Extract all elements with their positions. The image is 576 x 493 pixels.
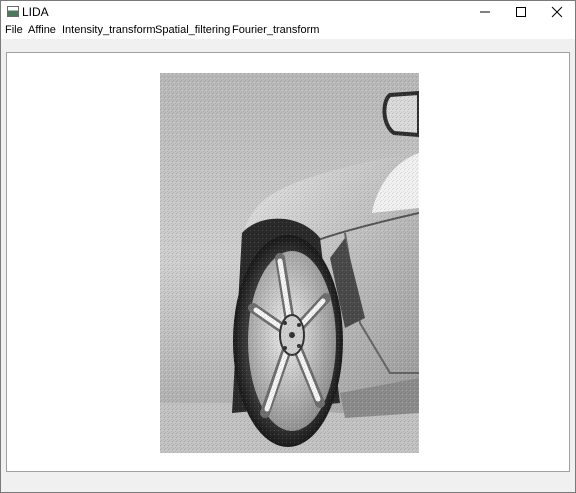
menu-spatial-filtering[interactable]: Spatial_filtering xyxy=(155,24,230,36)
app-window: LIDA File Affine Intensity_transform Spa… xyxy=(0,0,576,493)
minimize-button[interactable] xyxy=(467,1,503,23)
minimize-icon xyxy=(480,11,490,13)
car-wheel-image xyxy=(160,73,419,453)
close-icon xyxy=(551,6,563,18)
menu-intensity-transform[interactable]: Intensity_transform xyxy=(62,24,156,36)
maximize-button[interactable] xyxy=(503,1,539,23)
menu-fourier-transform[interactable]: Fourier_transform xyxy=(232,24,319,36)
window-title: LIDA xyxy=(22,5,49,19)
menu-file[interactable]: File xyxy=(5,24,23,36)
menu-bar: File Affine Intensity_transform Spatial_… xyxy=(1,23,575,39)
menu-affine[interactable]: Affine xyxy=(28,24,56,36)
image-canvas xyxy=(6,52,570,472)
title-bar[interactable]: LIDA xyxy=(1,1,575,23)
maximize-icon xyxy=(516,7,526,17)
close-button[interactable] xyxy=(539,1,575,23)
app-icon xyxy=(7,6,19,17)
